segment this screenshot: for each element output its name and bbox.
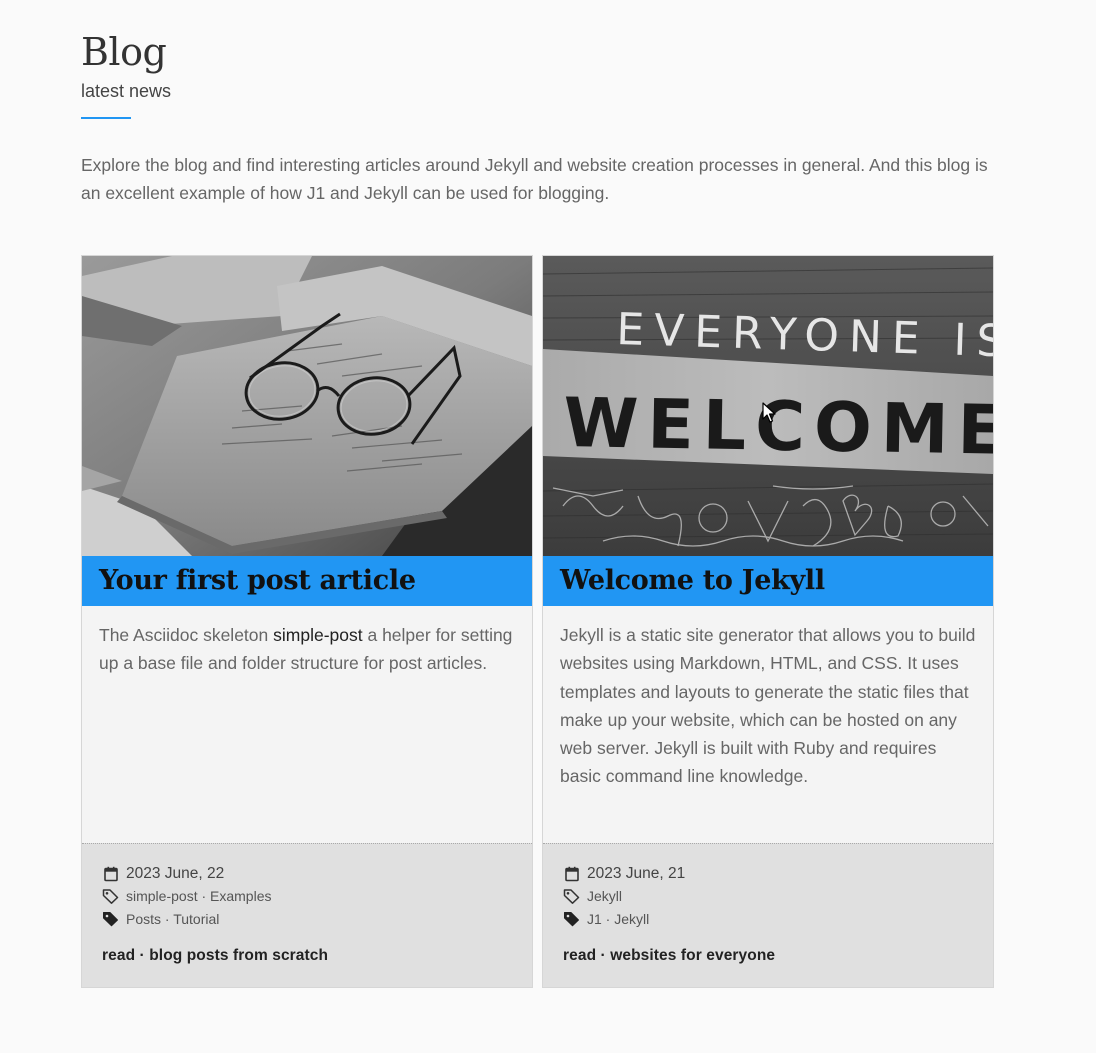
- post-tags-text[interactable]: simple-post · Examples: [126, 888, 272, 904]
- title-underline: [81, 117, 131, 119]
- post-categories: Posts · Tutorial: [102, 911, 219, 927]
- tag-outline-icon: [102, 889, 119, 904]
- post-date-text: 2023 June, 21: [587, 865, 686, 882]
- page-subtitle: latest news: [81, 81, 172, 101]
- notebook-glasses-photo: [82, 256, 532, 556]
- post-card-excerpt: Jekyll is a static site generator that a…: [560, 625, 976, 787]
- post-categories-text[interactable]: Posts · Tutorial: [126, 911, 219, 927]
- post-date: 2023 June, 22: [102, 865, 224, 883]
- post-card-image[interactable]: [82, 256, 532, 556]
- excerpt-text: The Asciidoc skeleton: [99, 625, 274, 645]
- tag-filled-icon: [564, 912, 579, 927]
- tag-outline-icon: [563, 889, 580, 904]
- post-card-footer: 2023 June, 21 Jekyll J1 · Jekyll read · …: [543, 843, 993, 987]
- post-categories-text[interactable]: J1 · Jekyll: [587, 911, 649, 927]
- post-card-title[interactable]: Welcome to Jekyll: [560, 556, 993, 606]
- post-tags: Jekyll: [563, 888, 622, 904]
- page-title: Blog: [81, 30, 167, 74]
- post-card-title-bar[interactable]: Welcome to Jekyll: [543, 556, 993, 606]
- calendar-icon: [565, 866, 579, 882]
- post-date-text: 2023 June, 22: [126, 865, 225, 882]
- post-categories: J1 · Jekyll: [563, 911, 649, 927]
- calendar-icon: [104, 866, 118, 882]
- intro-text: Explore the blog and find interesting ar…: [81, 155, 988, 203]
- post-tags-text[interactable]: Jekyll: [587, 888, 622, 904]
- page-header: Blog latest news: [81, 30, 171, 119]
- read-more-link[interactable]: read · blog posts from scratch: [102, 947, 328, 965]
- post-card[interactable]: EVERYONE IS WELCOME Welcome to Jekyll Je…: [542, 255, 994, 988]
- post-card[interactable]: Your first post article The Asciidoc ske…: [81, 255, 533, 988]
- sign-text-welcome: WELCOME: [563, 384, 993, 471]
- post-card-title[interactable]: Your first post article: [99, 556, 532, 606]
- blog-page: Blog latest news Explore the blog and fi…: [0, 0, 1096, 1053]
- post-date: 2023 June, 21: [563, 865, 685, 883]
- post-card-title-bar[interactable]: Your first post article: [82, 556, 532, 606]
- tag-filled-icon: [103, 912, 118, 927]
- read-more-link[interactable]: read · websites for everyone: [563, 947, 775, 965]
- excerpt-highlight: simple-post: [273, 625, 363, 645]
- post-card-footer: 2023 June, 22 simple-post · Examples Pos…: [82, 843, 532, 987]
- mouse-cursor-icon: [762, 402, 776, 423]
- post-card-excerpt: The Asciidoc skeleton simple-post a help…: [99, 621, 519, 678]
- post-tags: simple-post · Examples: [102, 888, 272, 904]
